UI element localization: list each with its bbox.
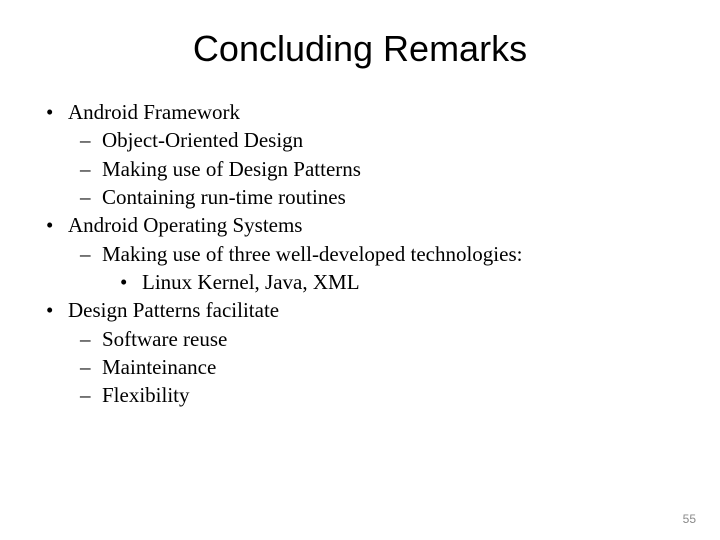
bullet-list: Software reuse Mainteinance Flexibility [40,325,680,410]
list-item: Making use of three well-developed techn… [40,240,680,297]
bullet-list: Linux Kernel, Java, XML [40,268,680,296]
bullet-text: Android Framework [40,98,680,126]
bullet-text: Making use of three well-developed techn… [40,240,680,268]
bullet-text: Mainteinance [40,353,680,381]
list-item: Software reuse [40,325,680,353]
page-number: 55 [683,512,696,526]
list-item: Containing run-time routines [40,183,680,211]
bullet-text: Making use of Design Patterns [40,155,680,183]
bullet-text: Object-Oriented Design [40,126,680,154]
list-item: Flexibility [40,381,680,409]
bullet-text: Design Patterns facilitate [40,296,680,324]
bullet-list: Android Framework Object-Oriented Design… [40,98,680,410]
bullet-text: Software reuse [40,325,680,353]
bullet-text: Flexibility [40,381,680,409]
bullet-list: Making use of three well-developed techn… [40,240,680,297]
list-item: Android Framework Object-Oriented Design… [40,98,680,211]
bullet-text: Android Operating Systems [40,211,680,239]
list-item: Android Operating Systems Making use of … [40,211,680,296]
slide-title: Concluding Remarks [40,28,680,70]
bullet-text: Containing run-time routines [40,183,680,211]
bullet-text: Linux Kernel, Java, XML [40,268,680,296]
bullet-list: Object-Oriented Design Making use of Des… [40,126,680,211]
list-item: Object-Oriented Design [40,126,680,154]
list-item: Linux Kernel, Java, XML [40,268,680,296]
slide-body: Android Framework Object-Oriented Design… [40,98,680,410]
list-item: Design Patterns facilitate Software reus… [40,296,680,409]
list-item: Mainteinance [40,353,680,381]
list-item: Making use of Design Patterns [40,155,680,183]
